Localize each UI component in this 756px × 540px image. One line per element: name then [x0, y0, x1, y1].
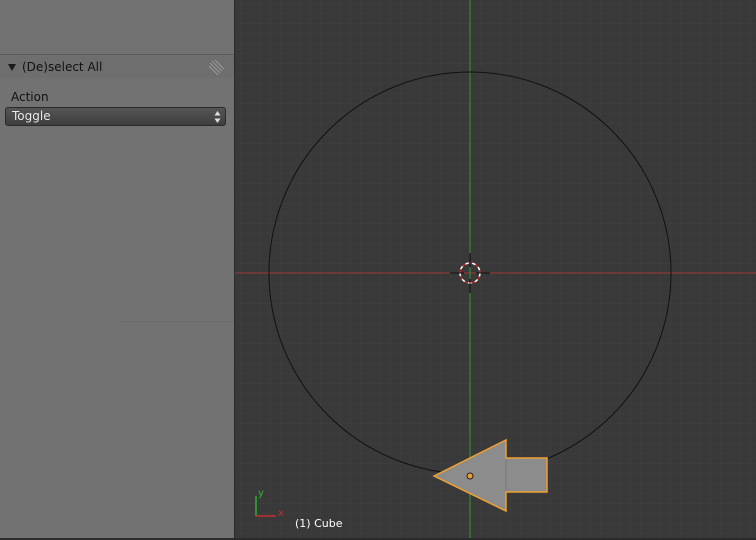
active-object-label: (1) Cube [295, 517, 343, 530]
action-select[interactable]: Toggle [5, 107, 226, 126]
axis-x-label: x [278, 508, 284, 519]
3d-viewport[interactable]: y x (1) Cube [235, 0, 756, 538]
blender-window: (De)select All Action Toggle y x (1) Cub… [0, 0, 756, 540]
action-label: Action [11, 90, 49, 104]
triangle-down-icon[interactable] [8, 64, 16, 71]
origin-dot-icon [466, 472, 474, 480]
operator-panel-title: (De)select All [22, 60, 103, 74]
panel-divider [120, 321, 234, 322]
up-down-arrows-icon [214, 111, 221, 123]
viewport-canvas[interactable]: y x [235, 0, 756, 538]
tool-shelf-upper-region [0, 0, 234, 55]
axis-y-label: y [258, 488, 264, 499]
operator-panel-header[interactable]: (De)select All [0, 56, 234, 78]
action-select-value: Toggle [12, 109, 51, 123]
drag-grip-icon[interactable] [208, 59, 224, 75]
tool-shelf: (De)select All Action Toggle [0, 0, 235, 538]
